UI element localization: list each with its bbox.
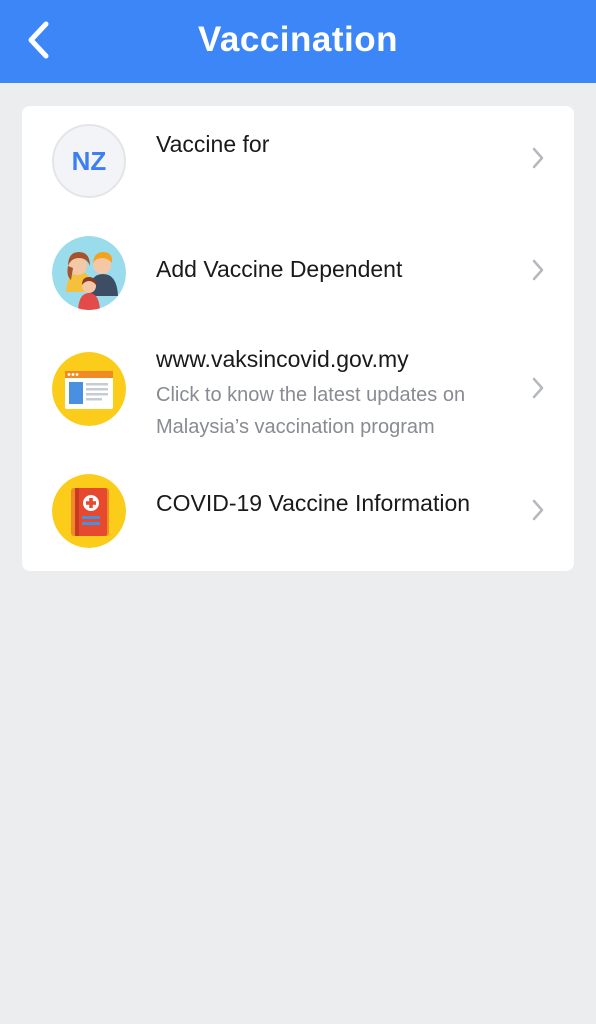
- vaksincovid-website-item[interactable]: www.vaksincovid.gov.my Click to know the…: [22, 330, 574, 452]
- add-vaccine-dependent-label: Add Vaccine Dependent: [156, 256, 403, 282]
- vaccine-for-item[interactable]: NZ Vaccine for: [22, 106, 574, 218]
- medical-booklet-icon: [52, 474, 126, 548]
- chevron-right-icon: [532, 499, 544, 521]
- browser-window-icon: [52, 352, 126, 426]
- website-link-label: www.vaksincovid.gov.my: [156, 346, 409, 372]
- covid-vaccine-information-item[interactable]: COVID-19 Vaccine Information: [22, 452, 574, 571]
- add-vaccine-dependent-item[interactable]: Add Vaccine Dependent: [22, 218, 574, 330]
- app-header: Vaccination: [0, 0, 596, 83]
- chevron-right-icon: [532, 147, 544, 169]
- website-description: Click to know the latest updates on Mala…: [156, 384, 466, 438]
- covid-vaccine-information-label: COVID-19 Vaccine Information: [156, 490, 471, 516]
- chevron-right-icon: [532, 259, 544, 281]
- menu-card: NZ Vaccine for Add Vaccine Dependent www…: [22, 106, 574, 571]
- chevron-right-icon: [532, 377, 544, 399]
- page-title: Vaccination: [197, 20, 399, 59]
- family-icon: [52, 236, 126, 310]
- vaccine-for-label: Vaccine for: [156, 131, 270, 157]
- initials-avatar: NZ: [52, 124, 126, 198]
